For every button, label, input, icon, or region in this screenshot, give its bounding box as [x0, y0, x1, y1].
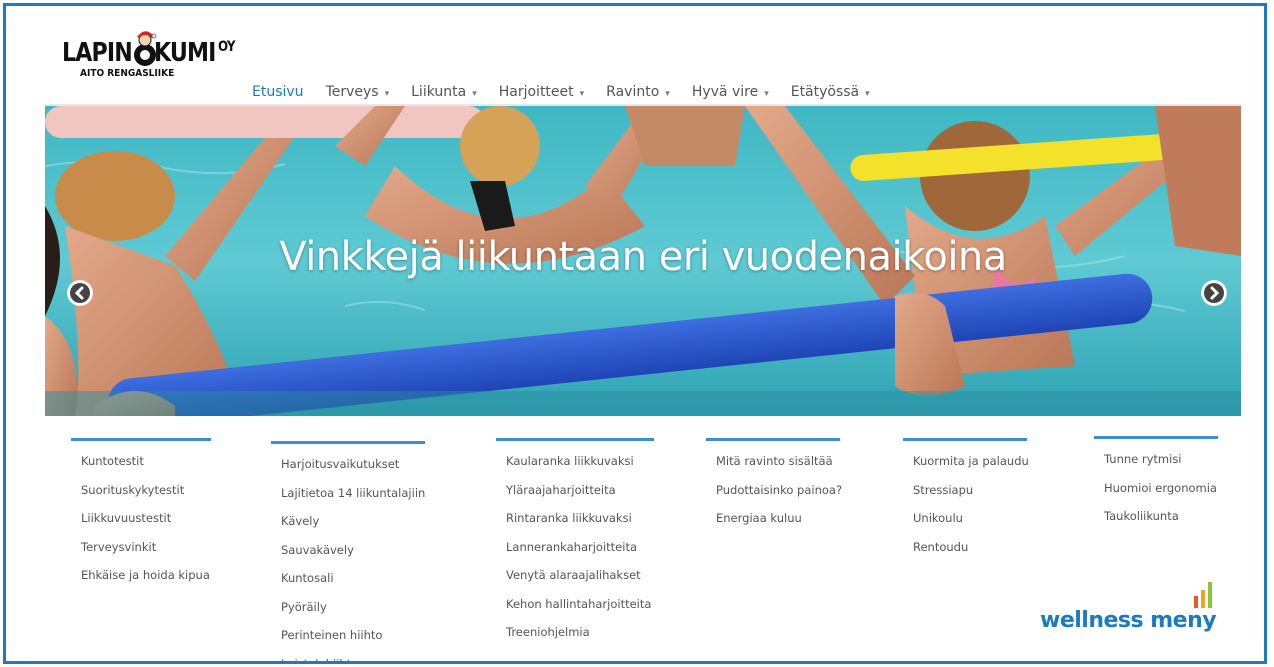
nav-item-terveys[interactable]: Terveys ▾	[326, 84, 390, 100]
chevron-down-icon: ▾	[579, 89, 585, 99]
bar-chart-icon	[1194, 582, 1212, 608]
chevron-down-icon: ▾	[665, 89, 670, 99]
list-item[interactable]: Harjoitusvaikutukset	[271, 456, 425, 485]
column-rule	[71, 438, 211, 441]
list-item[interactable]: Kaularanka liikkuvaksi	[496, 453, 654, 482]
list-item[interactable]: Huomioi ergonomia	[1094, 480, 1218, 509]
list-item[interactable]: Lannerankaharjoitteita	[496, 539, 654, 568]
link-column-harjoitteet: Kaularanka liikkuvaksi Yläraajaharjoitte…	[496, 438, 654, 653]
list-item[interactable]: Taukoliikunta	[1094, 508, 1218, 537]
list-item[interactable]: Rentoudu	[903, 539, 1029, 568]
mascot-icon	[134, 31, 157, 66]
page-frame: LAPIN KUMI OY AITO RENGASLIIKE Etusivu Ter…	[3, 3, 1267, 664]
chevron-down-icon: ▾	[472, 89, 477, 99]
nav-item-harjoitteet[interactable]: Harjoitteet ▾	[499, 84, 584, 100]
list-item[interactable]: Pudottaisinko painoa?	[706, 482, 842, 511]
chevron-down-icon: ▾	[865, 89, 870, 99]
link-column-terveys: Kuntotestit Suorituskykytestit Liikkuvuu…	[71, 438, 211, 596]
column-rule	[903, 438, 1027, 441]
nav-item-liikunta[interactable]: Liikunta ▾	[411, 84, 477, 100]
hero-carousel[interactable]: Vinkkejä liikuntaan eri vuodenaikoina	[45, 106, 1241, 416]
list-item[interactable]: Rintaranka liikkuvaksi	[496, 510, 654, 539]
list-item[interactable]: Energiaa kuluu	[706, 510, 842, 539]
list-item[interactable]: Kävely	[271, 513, 425, 542]
list-item[interactable]: Liikkuvuustestit	[71, 510, 211, 539]
list-item[interactable]: Ehkäise ja hoida kipua	[71, 567, 211, 596]
wellness-meny-logo[interactable]: wellness meny	[1036, 576, 1226, 636]
wellness-wordmark: wellness meny	[1040, 608, 1217, 633]
list-item[interactable]: Lajitietoa 14 liikuntalajiin	[271, 485, 425, 514]
column-rule	[706, 438, 840, 441]
chevron-down-icon: ▾	[764, 89, 769, 99]
list-item[interactable]: Sauvakävely	[271, 542, 425, 571]
link-column-ravinto: Mitä ravinto sisältää Pudottaisinko pain…	[706, 438, 842, 539]
list-item[interactable]: Terveysvinkit	[71, 539, 211, 568]
list-item[interactable]: Unikoulu	[903, 510, 1029, 539]
list-item[interactable]: Kuntosali	[271, 570, 425, 599]
brand-logo[interactable]: LAPIN KUMI OY AITO RENGASLIIKE	[62, 28, 235, 88]
carousel-next-button[interactable]	[1201, 280, 1227, 306]
list-item[interactable]: Pyöräily	[271, 599, 425, 628]
column-rule	[1094, 436, 1218, 439]
chevron-left-icon	[68, 281, 92, 305]
nav-item-etusivu[interactable]: Etusivu	[252, 84, 304, 100]
link-column-etatyossa: Tunne rytmisi Huomioi ergonomia Taukolii…	[1094, 436, 1218, 537]
main-nav: Etusivu Terveys ▾ Liikunta ▾ Harjoitteet ▾ …	[252, 80, 892, 104]
nav-item-etatyossa[interactable]: Etätyössä ▾	[791, 84, 870, 100]
list-item[interactable]: Suorituskykytestit	[71, 482, 211, 511]
list-item[interactable]: Stressiapu	[903, 482, 1029, 511]
logo-tagline: AITO RENGASLIIKE	[80, 68, 175, 79]
list-item[interactable]: Mitä ravinto sisältää	[706, 453, 842, 482]
list-item[interactable]: Yläraajaharjoitteita	[496, 482, 654, 511]
list-item[interactable]: Venytä alaraajalihakset	[496, 567, 654, 596]
list-item[interactable]: Kuormita ja palaudu	[903, 453, 1029, 482]
list-item[interactable]: Luisteluhiihto	[271, 656, 425, 662]
list-item[interactable]: Kehon hallintaharjoitteita	[496, 596, 654, 625]
column-rule	[271, 441, 425, 444]
link-column-liikunta: Harjoitusvaikutukset Lajitietoa 14 liiku…	[271, 441, 425, 662]
carousel-prev-button[interactable]	[67, 280, 93, 306]
link-column-hyva-vire: Kuormita ja palaudu Stressiapu Unikoulu …	[903, 438, 1029, 567]
nav-item-hyva-vire[interactable]: Hyvä vire ▾	[692, 84, 769, 100]
column-rule	[496, 438, 654, 441]
list-item[interactable]: Kuntotestit	[71, 453, 211, 482]
chevron-right-icon	[1202, 281, 1226, 305]
list-item[interactable]: Perinteinen hiihto	[271, 627, 425, 656]
chevron-down-icon: ▾	[384, 89, 390, 99]
nav-item-ravinto[interactable]: Ravinto ▾	[606, 84, 670, 100]
list-item[interactable]: Tunne rytmisi	[1094, 451, 1218, 480]
list-item[interactable]: Treeniohjelmia	[496, 624, 654, 653]
hero-title: Vinkkejä liikuntaan eri vuodenaikoina	[279, 234, 1007, 280]
